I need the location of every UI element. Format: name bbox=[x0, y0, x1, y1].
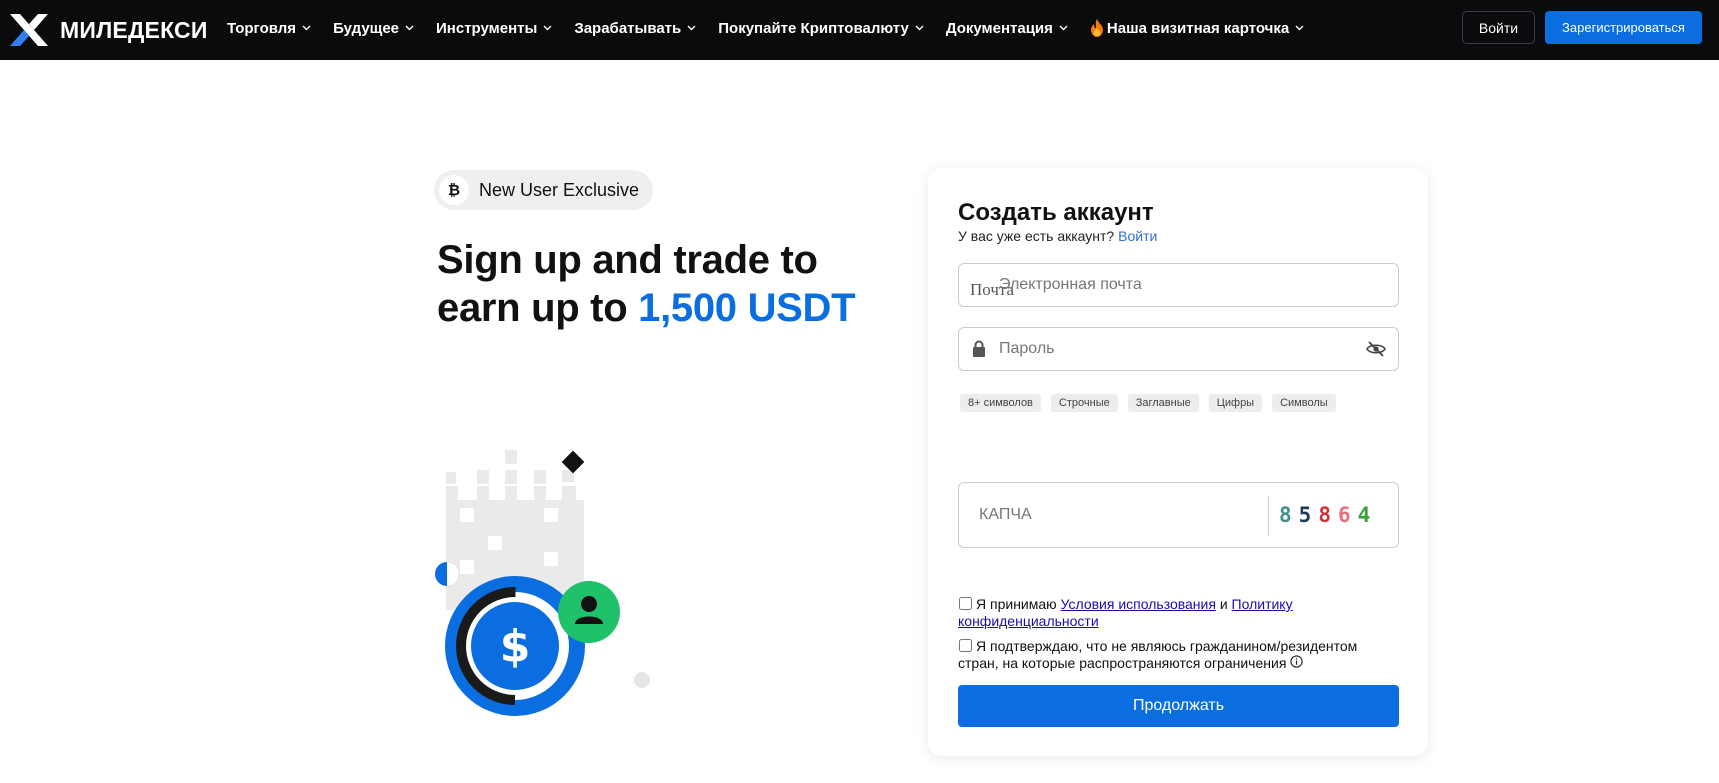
password-rules: 8+ символов Строчные Заглавные Цифры Сим… bbox=[960, 394, 1346, 412]
nav-item-label: Инструменты bbox=[436, 19, 538, 37]
login-button[interactable]: Войти bbox=[1462, 11, 1535, 44]
nav-item-earn[interactable]: Зарабатывать bbox=[574, 20, 696, 37]
terms-link[interactable]: Условия использования bbox=[1061, 596, 1216, 612]
chevron-down-icon bbox=[302, 25, 311, 31]
chevron-down-icon bbox=[687, 25, 696, 31]
terms-checkbox[interactable] bbox=[959, 597, 972, 610]
svg-text:$: $ bbox=[500, 621, 531, 672]
password-field[interactable] bbox=[958, 327, 1399, 371]
password-rule-chip: Строчные bbox=[1050, 394, 1118, 412]
login-link[interactable]: Войти bbox=[1118, 228, 1157, 244]
nav-item-label: Наша визитная карточка bbox=[1106, 19, 1290, 37]
top-navbar: МИЛЕДЕКСИ Торговля Будущее Инструменты З… bbox=[0, 0, 1719, 60]
password-rule-chip: Символы bbox=[1272, 394, 1336, 412]
nav-item-label: Документация bbox=[945, 19, 1053, 37]
fire-icon bbox=[1090, 19, 1103, 37]
main-nav: Торговля Будущее Инструменты Зарабатыват… bbox=[227, 0, 1326, 56]
captcha-field[interactable]: 8 5 8 6 4 bbox=[958, 482, 1399, 548]
residency-checkbox[interactable] bbox=[959, 639, 972, 652]
nav-item-buy-crypto[interactable]: Покупайте Криптовалюту bbox=[718, 20, 924, 37]
nav-item-docs[interactable]: Документация bbox=[946, 20, 1068, 37]
have-account-text: У вас уже есть аккаунт? bbox=[958, 228, 1115, 244]
x-logo-icon bbox=[10, 14, 48, 46]
terms-conjunction: и bbox=[1219, 596, 1228, 612]
captcha-divider bbox=[1268, 496, 1269, 536]
password-rule-chip: 8+ символов bbox=[960, 394, 1041, 412]
eye-slash-icon[interactable] bbox=[1366, 341, 1386, 357]
continue-button[interactable]: Продолжать bbox=[958, 685, 1399, 727]
diamond-icon bbox=[561, 450, 585, 474]
email-field[interactable]: Почта bbox=[958, 263, 1399, 307]
password-rule-chip: Цифры bbox=[1208, 394, 1263, 412]
info-icon[interactable] bbox=[1290, 655, 1304, 668]
captcha-char: 4 bbox=[1357, 503, 1371, 527]
residency-row: Я подтверждаю, что не являюсь гражданино… bbox=[958, 638, 1398, 672]
bitcoin-icon: ₿ bbox=[439, 175, 469, 205]
promo-illustration: $ bbox=[435, 450, 650, 716]
headline-accent: 1,500 USDT bbox=[638, 286, 856, 330]
captcha-char: 8 bbox=[1279, 503, 1292, 527]
captcha-input[interactable] bbox=[979, 483, 1239, 547]
promo-headline: Sign up and trade to earn up to 1,500 US… bbox=[437, 236, 857, 332]
chevron-down-icon bbox=[915, 25, 924, 31]
have-account-row: У вас уже есть аккаунт? Войти bbox=[958, 228, 1157, 244]
terms-row: Я принимаю Условия использования и Полит… bbox=[958, 596, 1398, 630]
password-input[interactable] bbox=[999, 328, 1339, 370]
captcha-image[interactable]: 8 5 8 6 4 bbox=[1279, 503, 1377, 527]
register-button[interactable]: Зарегистрироваться bbox=[1545, 11, 1702, 44]
nav-item-business-card[interactable]: Наша визитная карточка bbox=[1090, 19, 1304, 37]
captcha-char: 5 bbox=[1298, 503, 1312, 527]
new-user-badge: ₿ New User Exclusive bbox=[434, 170, 653, 210]
nav-item-trade[interactable]: Торговля bbox=[227, 20, 311, 37]
email-input[interactable] bbox=[999, 264, 1339, 306]
nav-item-label: Покупайте Криптовалюту bbox=[718, 19, 909, 37]
nav-item-label: Торговля bbox=[227, 19, 297, 37]
captcha-char: 8 bbox=[1318, 503, 1331, 527]
chevron-down-icon bbox=[1059, 25, 1068, 31]
nav-item-futures[interactable]: Будущее bbox=[333, 20, 414, 37]
chevron-down-icon bbox=[543, 25, 552, 31]
signup-title: Создать аккаунт bbox=[958, 199, 1154, 226]
badge-text: New User Exclusive bbox=[479, 179, 640, 200]
captcha-char: 6 bbox=[1337, 503, 1351, 527]
nav-item-tools[interactable]: Инструменты bbox=[436, 20, 552, 37]
terms-prefix: Я принимаю bbox=[976, 596, 1057, 612]
user-avatar-icon bbox=[558, 581, 620, 643]
chevron-down-icon bbox=[405, 25, 414, 31]
chevron-down-icon bbox=[1295, 25, 1304, 31]
brand-logo[interactable]: МИЛЕДЕКСИ bbox=[10, 12, 208, 48]
lock-icon bbox=[973, 340, 985, 357]
password-rule-chip: Заглавные bbox=[1127, 394, 1199, 412]
nav-item-label: Будущее bbox=[333, 19, 400, 37]
signup-card: Создать аккаунт У вас уже есть аккаунт? … bbox=[928, 168, 1428, 756]
nav-item-label: Зарабатывать bbox=[574, 19, 682, 37]
brand-name: МИЛЕДЕКСИ bbox=[60, 16, 208, 43]
